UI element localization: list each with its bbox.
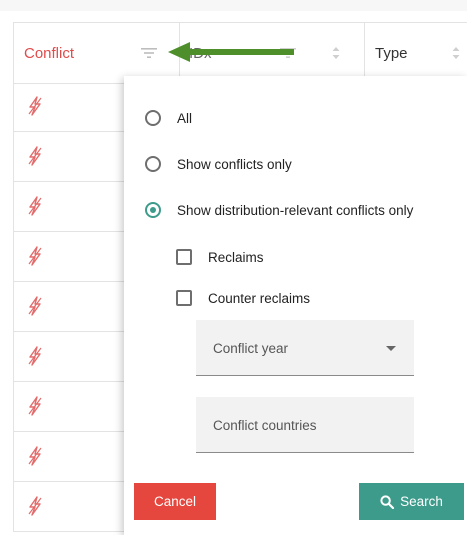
bolt-icon	[28, 96, 42, 116]
bolt-icon	[28, 296, 42, 316]
conflict-year-select[interactable]: Conflict year	[196, 320, 414, 376]
conflict-countries-input[interactable]: Conflict countries	[196, 397, 414, 453]
bolt-icon	[28, 246, 42, 266]
radio-button[interactable]	[145, 202, 161, 218]
annotation-arrow-icon	[168, 42, 294, 62]
reclaims-checkbox-row[interactable]: Reclaims	[176, 249, 264, 265]
option-label: Show distribution-relevant conflicts onl…	[177, 202, 414, 218]
conflict-countries-label: Conflict countries	[213, 418, 317, 433]
bolt-icon	[28, 196, 42, 216]
filter-icon[interactable]	[140, 45, 158, 61]
table-row[interactable]	[13, 82, 125, 132]
sort-icon[interactable]	[331, 43, 341, 63]
filter-option-conflicts-only[interactable]: Show conflicts only	[145, 156, 292, 172]
cancel-label: Cancel	[153, 494, 197, 509]
column-header-label: Type	[375, 44, 408, 62]
table-row[interactable]	[13, 432, 125, 482]
column-header-conflict[interactable]: Conflict	[13, 23, 180, 83]
filter-option-all[interactable]: All	[145, 110, 192, 126]
top-strip	[0, 0, 467, 11]
counter-reclaims-checkbox[interactable]	[176, 290, 192, 306]
table-row[interactable]	[13, 332, 125, 382]
conflict-filter-popup: All Show conflicts only Show distributio…	[124, 76, 467, 535]
table-row[interactable]	[13, 232, 125, 282]
filter-option-distribution-relevant[interactable]: Show distribution-relevant conflicts onl…	[145, 202, 413, 218]
bolt-icon	[28, 446, 42, 466]
conflict-year-label: Conflict year	[213, 341, 289, 356]
reclaims-checkbox[interactable]	[176, 249, 192, 265]
bolt-icon	[28, 146, 42, 166]
table-row[interactable]	[13, 282, 125, 332]
search-label: Search	[400, 494, 443, 509]
search-icon	[380, 494, 395, 509]
table-row[interactable]	[13, 132, 125, 182]
sort-icon[interactable]	[451, 43, 461, 63]
table-row[interactable]	[13, 482, 125, 532]
column-header-label: Conflict	[24, 44, 75, 62]
table-row[interactable]	[13, 382, 125, 432]
column-header-type[interactable]: Type	[365, 23, 467, 83]
table-body	[13, 82, 125, 532]
chevron-down-icon	[386, 346, 396, 351]
bolt-icon	[28, 346, 42, 366]
table-row[interactable]	[13, 182, 125, 232]
counter-reclaims-checkbox-row[interactable]: Counter reclaims	[176, 290, 310, 306]
search-button[interactable]: Search	[359, 483, 464, 520]
radio-button[interactable]	[145, 110, 161, 126]
radio-button[interactable]	[145, 156, 161, 172]
option-label: Show conflicts only	[177, 156, 292, 172]
checkbox-label: Counter reclaims	[208, 290, 311, 306]
bolt-icon	[28, 496, 42, 516]
cancel-button[interactable]: Cancel	[134, 483, 216, 520]
option-label: All	[177, 110, 193, 126]
checkbox-label: Reclaims	[208, 249, 264, 265]
bolt-icon	[28, 396, 42, 416]
